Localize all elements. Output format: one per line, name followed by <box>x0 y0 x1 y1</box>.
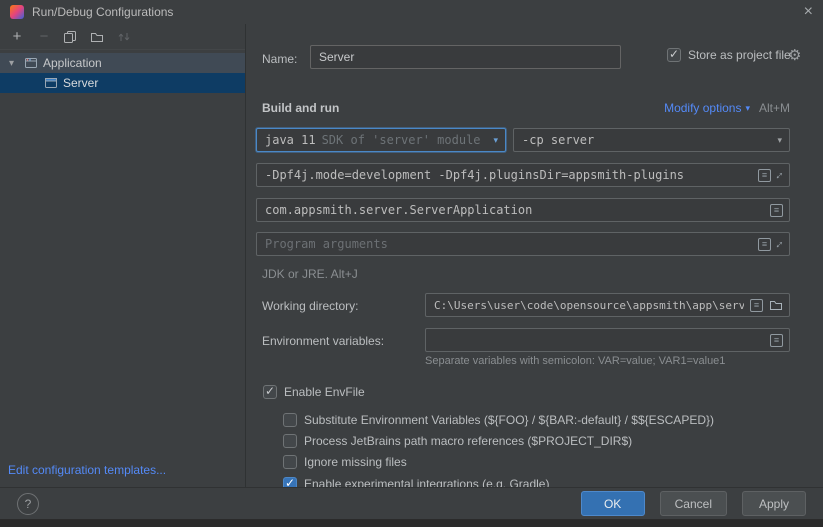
gear-icon[interactable]: ⚙ <box>788 46 801 64</box>
browse-folder-icon[interactable] <box>769 298 783 312</box>
copy-icon[interactable] <box>63 30 79 44</box>
sidebar-toolbar: + − <box>0 24 245 50</box>
modify-options-shortcut: Alt+M <box>759 101 790 115</box>
cp-combo[interactable]: -cp server ▾ <box>513 128 790 152</box>
jre-combo[interactable]: java 11 SDK of 'server' module ▾ <box>256 128 506 152</box>
substitute-env-vars-row[interactable]: Substitute Environment Variables (${FOO}… <box>283 412 714 428</box>
run-config-icon <box>44 76 58 90</box>
macros-icon[interactable]: ≡ <box>770 334 783 347</box>
tree-group-label: Application <box>43 56 102 70</box>
process-path-macros-label: Process JetBrains path macro references … <box>304 434 632 448</box>
macros-icon[interactable]: ≡ <box>770 204 783 217</box>
chevron-down-icon: ▾ <box>745 103 750 114</box>
enable-envfile-row[interactable]: Enable EnvFile <box>263 384 365 400</box>
chevron-down-icon[interactable]: ▾ <box>493 135 498 146</box>
ignore-missing-files-label: Ignore missing files <box>304 455 407 469</box>
app-icon <box>10 5 24 19</box>
config-form: Name: Store as project file ⚙ Build and … <box>247 24 823 488</box>
program-arguments-placeholder: Program arguments <box>265 237 752 251</box>
store-as-project-label: Store as project file <box>688 48 791 62</box>
apply-button[interactable]: Apply <box>742 491 806 516</box>
config-tree: ▾ Application <box>0 50 245 93</box>
substitute-env-vars-label: Substitute Environment Variables (${FOO}… <box>304 413 714 427</box>
add-icon[interactable]: + <box>9 29 25 45</box>
main-class-field[interactable]: com.appsmith.server.ServerApplication ≡ <box>256 198 790 222</box>
vm-options-field[interactable]: -Dpf4j.mode=development -Dpf4j.pluginsDi… <box>256 163 790 187</box>
cancel-button[interactable]: Cancel <box>660 491 727 516</box>
vm-options-value: -Dpf4j.mode=development -Dpf4j.pluginsDi… <box>265 168 752 182</box>
enable-envfile-label: Enable EnvFile <box>284 385 365 399</box>
enable-envfile-checkbox[interactable] <box>263 385 277 399</box>
name-input[interactable] <box>310 45 621 69</box>
background-strip <box>0 519 823 527</box>
store-as-project-row[interactable]: Store as project file <box>667 48 791 62</box>
jre-value: java 11 <box>265 133 316 147</box>
macros-icon[interactable]: ≡ <box>758 169 771 182</box>
name-label: Name: <box>262 52 297 66</box>
application-icon <box>24 56 38 70</box>
process-path-macros-checkbox[interactable] <box>283 434 297 448</box>
titlebar: Run/Debug Configurations × <box>0 0 823 24</box>
tree-item-label: Server <box>63 76 98 90</box>
main-class-value: com.appsmith.server.ServerApplication <box>265 203 764 217</box>
tree-group-application[interactable]: ▾ Application <box>0 53 245 73</box>
substitute-env-vars-checkbox[interactable] <box>283 413 297 427</box>
tree-item-server[interactable]: Server <box>0 73 245 93</box>
footer: ? OK Cancel Apply <box>0 487 823 519</box>
jre-row-hint: JDK or JRE. Alt+J <box>262 267 358 281</box>
environment-variables-hint: Separate variables with semicolon: VAR=v… <box>425 355 725 367</box>
modify-options[interactable]: Modify options ▾ Alt+M <box>664 101 790 115</box>
working-directory-label: Working directory: <box>262 299 358 313</box>
process-path-macros-row[interactable]: Process JetBrains path macro references … <box>283 433 632 449</box>
close-icon[interactable]: × <box>804 4 813 20</box>
help-button[interactable]: ? <box>17 493 39 515</box>
run-debug-configurations-dialog: Run/Debug Configurations × + − <box>0 0 823 527</box>
footer-buttons: OK Cancel Apply <box>581 491 806 516</box>
sort-icon[interactable] <box>117 30 133 44</box>
build-and-run-title: Build and run <box>262 101 339 115</box>
chevron-down-icon[interactable]: ▾ <box>9 58 19 69</box>
sidebar: + − ▾ <box>0 24 246 487</box>
ignore-missing-files-checkbox[interactable] <box>283 455 297 469</box>
cp-value: -cp server <box>522 133 594 147</box>
jre-inline-hint: SDK of 'server' module <box>322 133 481 147</box>
environment-variables-field[interactable]: ≡ <box>425 328 790 352</box>
ignore-missing-files-row[interactable]: Ignore missing files <box>283 454 407 470</box>
working-directory-value: C:\Users\user\code\opensource\appsmith\a… <box>434 299 744 312</box>
new-folder-icon[interactable] <box>90 30 106 44</box>
expand-field-icon[interactable]: ↕ <box>774 238 787 251</box>
working-directory-field[interactable]: C:\Users\user\code\opensource\appsmith\a… <box>425 293 790 317</box>
macros-icon[interactable]: ≡ <box>758 238 771 251</box>
ok-button[interactable]: OK <box>581 491 645 516</box>
store-as-project-checkbox[interactable] <box>667 48 681 62</box>
chevron-down-icon[interactable]: ▾ <box>777 135 782 146</box>
program-arguments-field[interactable]: Program arguments ≡ ↕ <box>256 232 790 256</box>
environment-variables-label: Environment variables: <box>262 334 384 348</box>
macros-icon[interactable]: ≡ <box>750 299 763 312</box>
dialog-title: Run/Debug Configurations <box>32 5 173 19</box>
remove-icon[interactable]: − <box>36 29 52 45</box>
modify-options-link[interactable]: Modify options <box>664 101 741 115</box>
expand-field-icon[interactable]: ↕ <box>774 169 787 182</box>
edit-templates-link[interactable]: Edit configuration templates... <box>8 463 166 477</box>
